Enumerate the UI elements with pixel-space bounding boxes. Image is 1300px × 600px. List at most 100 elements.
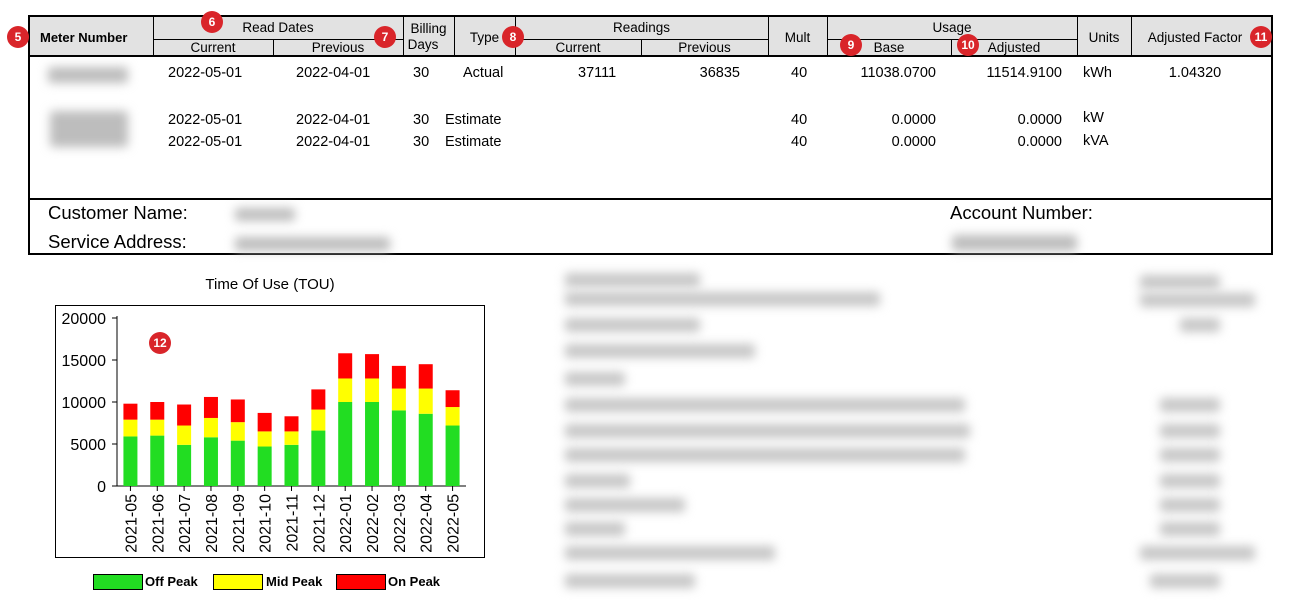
account-number-label: Account Number: [950, 202, 1093, 223]
redacted-text [565, 344, 755, 358]
x-tick-label: 2022-01 [338, 494, 355, 553]
row2-mult: 40 [791, 112, 808, 128]
row2-units: kW [1083, 110, 1104, 126]
row1-adjusted: 11514.9100 [986, 65, 1062, 81]
bar-segment [445, 425, 460, 486]
redacted-text [565, 273, 700, 287]
bar-segment [311, 409, 326, 431]
bar-segment [177, 425, 192, 445]
bar-segment [123, 419, 138, 437]
redacted-value [1150, 574, 1220, 588]
header-usage: Usage [932, 20, 972, 35]
y-tick-label: 15000 [62, 353, 107, 370]
bar-segment [391, 365, 406, 389]
x-tick-label: 2021-07 [177, 494, 194, 553]
redacted-text [565, 398, 965, 412]
bar-segment [177, 444, 192, 486]
y-tick-label: 5000 [70, 437, 106, 454]
row1-reading-current: 37111 [578, 65, 617, 81]
bar-segment [257, 446, 272, 486]
x-tick-label: 2022-03 [392, 494, 409, 553]
bar-segment [391, 410, 406, 486]
annotation-badge: 10 [957, 34, 979, 56]
bar-segment [203, 437, 218, 486]
row1-reading-previous: 36835 [699, 65, 740, 81]
redacted-text [565, 574, 695, 588]
row2-base: 0.0000 [891, 112, 936, 128]
row1-base: 11038.0700 [860, 65, 936, 81]
bar-segment [391, 388, 406, 411]
redacted-value [1140, 293, 1255, 307]
redacted-text [565, 318, 700, 332]
header-readings-current: Current [555, 40, 601, 55]
row1-mult: 40 [791, 65, 808, 81]
row1-factor: 1.04320 [1168, 65, 1222, 81]
x-tick-label: 2022-05 [446, 494, 463, 553]
redacted-value [1160, 498, 1220, 512]
redacted-text [565, 424, 970, 438]
redacted-value [1140, 275, 1220, 289]
x-tick-label: 2021-10 [258, 494, 275, 553]
redacted-text [565, 546, 775, 560]
bar-segment [230, 399, 245, 423]
bar-segment [123, 436, 138, 486]
x-tick-label: 2021-05 [123, 494, 140, 553]
row3-mult: 40 [791, 134, 808, 150]
bar-segment [418, 388, 433, 414]
bar-segment [284, 431, 299, 445]
redacted-value [1180, 318, 1220, 332]
header-readings-previous: Previous [678, 40, 731, 55]
bar-segment [123, 403, 138, 420]
bar-segment [365, 402, 380, 486]
tou-chart: 0 5000 10000 15000 20000 2021-05 2021-06 2021-0… [62, 311, 466, 553]
bar-segment [418, 364, 433, 389]
y-tick-label: 0 [97, 479, 106, 496]
legend-swatch-on-peak [336, 574, 386, 590]
row2-adjusted: 0.0000 [1017, 112, 1062, 128]
bar-segment [338, 378, 353, 402]
legend-label-mid-peak: Mid Peak [266, 574, 323, 589]
bar-segment [445, 407, 460, 426]
redacted-text [565, 372, 625, 386]
x-tick-label: 2021-12 [311, 494, 328, 553]
x-tick-label: 2022-02 [365, 494, 382, 553]
x-tick-label: 2022-04 [419, 494, 436, 553]
bar-segment [177, 404, 192, 426]
redacted-value [1160, 448, 1220, 462]
header-mult: Mult [784, 30, 811, 45]
redacted-text [565, 498, 685, 512]
redacted-value [1160, 474, 1220, 488]
header-adjusted-factor: Adjusted Factor [1147, 30, 1243, 45]
bar-segment [311, 389, 326, 410]
bar-segment [150, 435, 165, 486]
legend-swatch-off-peak [93, 574, 143, 590]
redacted-text [565, 292, 880, 306]
y-tick-label: 20000 [62, 311, 107, 328]
header-units: Units [1088, 30, 1120, 45]
x-tick-label: 2021-09 [231, 494, 248, 553]
bar-segment [284, 416, 299, 432]
redacted-text [565, 474, 630, 488]
redacted-text [565, 522, 625, 536]
bar-segment [230, 422, 245, 441]
bar-segment [445, 390, 460, 408]
redacted-value [1160, 424, 1220, 438]
bar-segment [365, 378, 380, 402]
bar-segment [203, 396, 218, 418]
annotation-badge: 9 [840, 34, 862, 56]
account-number-redacted [952, 235, 1077, 251]
bar-segment [365, 354, 380, 379]
legend-label-on-peak: On Peak [388, 574, 441, 589]
bar-segment [150, 402, 165, 420]
x-tick-label: 2021-08 [204, 494, 221, 553]
row3-base: 0.0000 [891, 134, 936, 150]
x-tick-label: 2021-11 [285, 494, 302, 552]
bar-segment [150, 419, 165, 436]
annotation-badge: 11 [1250, 26, 1272, 48]
legend-label-off-peak: Off Peak [145, 574, 198, 589]
bar-segment [338, 353, 353, 379]
header-readings: Readings [612, 20, 671, 35]
row3-adjusted: 0.0000 [1017, 134, 1062, 150]
bar-segment [311, 430, 326, 486]
bar-segment [257, 431, 272, 447]
